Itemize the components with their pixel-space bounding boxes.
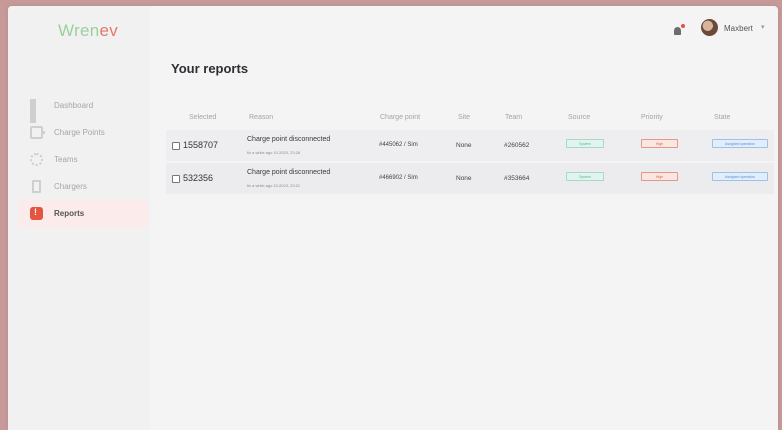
row-site: None xyxy=(456,175,472,182)
column-header-site[interactable]: Site xyxy=(458,114,470,121)
row-team[interactable]: #353664 xyxy=(504,175,529,182)
row-charge-point[interactable]: #466902 / Sim xyxy=(379,175,418,181)
sidebar-item-chargers[interactable]: Chargers xyxy=(18,173,148,200)
sidebar-item-dashboard[interactable]: Dashboard xyxy=(18,92,148,123)
sidebar-item-label: Chargers xyxy=(54,182,87,191)
row-selected-id: 532356 xyxy=(183,173,214,183)
row-selected-id: 1558707 xyxy=(183,140,219,150)
brand-logo-part1: Wren xyxy=(58,21,100,40)
sidebar-item-label: Teams xyxy=(54,155,78,164)
column-header-state[interactable]: State xyxy=(714,114,730,121)
sidebar: Wrenev Dashboard Charge Points Teams Cha… xyxy=(8,6,150,430)
sidebar-nav: Dashboard Charge Points Teams Chargers R… xyxy=(18,92,148,227)
sidebar-item-label: Reports xyxy=(54,209,85,218)
app-window: Wrenev Dashboard Charge Points Teams Cha… xyxy=(8,6,778,430)
priority-badge: High xyxy=(641,139,678,148)
row-reason-detail: fix a while ago 10.2023, 23:26 xyxy=(247,150,301,155)
state-badge: Assigned operation xyxy=(712,172,768,181)
row-reason: Charge point disconnected xyxy=(247,169,331,176)
column-header-team[interactable]: Team xyxy=(505,114,522,121)
reports-icon xyxy=(30,207,43,220)
state-badge: Assigned operation xyxy=(712,139,768,148)
source-badge: System xyxy=(566,139,604,148)
row-charge-point[interactable]: #445062 / Sim xyxy=(379,142,418,148)
source-badge: System xyxy=(566,172,604,181)
priority-badge: High xyxy=(641,172,678,181)
column-header-source[interactable]: Source xyxy=(568,114,590,121)
brand-logo[interactable]: Wrenev xyxy=(58,21,118,41)
avatar[interactable] xyxy=(701,19,718,36)
chargers-icon xyxy=(32,180,41,193)
bell-icon[interactable] xyxy=(672,24,685,38)
column-header-reason[interactable]: Reason xyxy=(249,114,273,121)
brand-logo-part2: ev xyxy=(99,21,119,40)
table-row[interactable]: 1558707 Charge point disconnected fix a … xyxy=(166,130,774,161)
row-checkbox[interactable] xyxy=(172,142,180,150)
row-team[interactable]: #260562 xyxy=(504,142,529,149)
row-reason: Charge point disconnected xyxy=(247,136,331,143)
user-name[interactable]: Maxbert xyxy=(724,24,753,33)
column-header-charge-point[interactable]: Charge point xyxy=(380,114,420,121)
dashboard-icon xyxy=(30,99,43,123)
column-header-priority[interactable]: Priority xyxy=(641,114,663,121)
sidebar-item-label: Dashboard xyxy=(54,101,94,110)
column-header-selected[interactable]: Selected xyxy=(189,114,216,121)
sidebar-item-reports[interactable]: Reports xyxy=(18,200,148,227)
notification-dot xyxy=(681,24,685,28)
sidebar-item-label: Charge Points xyxy=(54,128,105,137)
row-checkbox[interactable] xyxy=(172,175,180,183)
reports-table: Selected Reason Charge point Site Team S… xyxy=(166,104,774,196)
row-site: None xyxy=(456,142,472,149)
teams-icon xyxy=(30,153,43,166)
sidebar-item-charge-points[interactable]: Charge Points xyxy=(18,119,148,146)
table-header: Selected Reason Charge point Site Team S… xyxy=(166,104,774,130)
page-title: Your reports xyxy=(171,61,249,76)
chevron-down-icon[interactable]: ▾ xyxy=(761,23,765,31)
charge-point-icon xyxy=(30,126,45,139)
sidebar-item-teams[interactable]: Teams xyxy=(18,146,148,173)
row-reason-detail: fix a while ago 10.2023, 23:21 xyxy=(247,183,301,188)
table-row[interactable]: 532356 Charge point disconnected fix a w… xyxy=(166,163,774,194)
